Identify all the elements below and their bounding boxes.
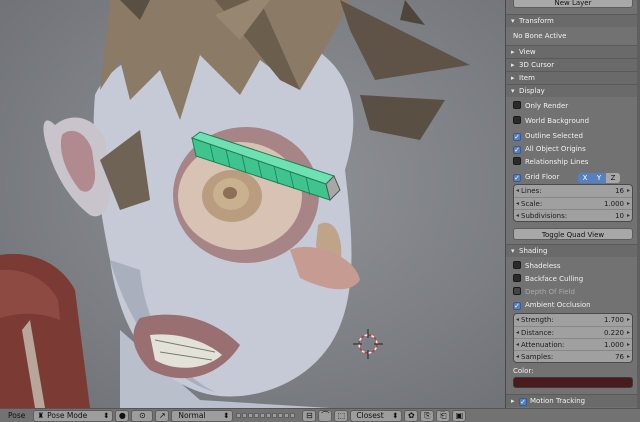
arrow-left-icon[interactable]: ◂ [516,210,519,221]
ao-fields: ◂ Strength: 1.700 ▸ ◂ Distance: 0.220 ▸ … [513,313,633,363]
3d-cursor-icon [353,329,383,359]
transform-orientation-dropdown[interactable]: Normal ⬍ [171,409,234,422]
grid-axis-toggles: X Y Z [578,173,620,183]
ao-samples-field[interactable]: ◂ Samples: 76 ▸ [514,350,632,362]
axis-y-toggle[interactable]: Y [592,173,606,183]
properties-panel: New Layer ▾ Transform No Bone Active ▸ Vie… [505,0,640,408]
layer-buttons[interactable] [236,413,296,418]
ao-distance-field[interactable]: ◂ Distance: 0.220 ▸ [514,326,632,338]
option-only-render[interactable]: Only Render [506,100,640,113]
checkbox-icon[interactable] [513,157,521,165]
grid-fields: ◂ Lines: 16 ▸ ◂ Scale: 1.000 ▸ ◂ Subdivi… [513,184,633,222]
option-ambient-occlusion[interactable]: ✓ Ambient Occlusion [506,299,640,312]
option-all-object-origins[interactable]: ✓ All Object Origins [506,143,640,156]
triangle-right-icon: ▸ [511,48,515,56]
section-item[interactable]: ▸ Item [506,71,640,84]
chevron-down-icon: ⬍ [103,410,110,420]
grid-subdivisions-field[interactable]: ◂ Subdivisions: 10 ▸ [514,209,632,221]
checkbox-checked-icon[interactable]: ✓ [513,146,521,154]
axis-x-toggle[interactable]: X [578,173,592,183]
option-shadeless[interactable]: Shadeless [506,260,640,273]
snap-target-dropdown[interactable]: Closest ⬍ [350,409,403,422]
pose-menu[interactable]: Pose [8,411,25,420]
section-transform[interactable]: ▾ Transform [506,14,640,27]
3d-viewport[interactable] [0,0,505,408]
character-render [0,0,470,408]
snap-magnet-icon[interactable]: ⌒ [318,409,333,422]
triangle-right-icon: ▸ [511,397,515,405]
pivot-point-icon[interactable]: ⊙ [131,409,154,422]
section-view[interactable]: ▸ View [506,45,640,58]
viewport-shading-icon[interactable]: ● [115,409,130,422]
arrow-left-icon[interactable]: ◂ [516,314,519,326]
chevron-down-icon: ⬍ [223,410,230,420]
arrow-right-icon[interactable]: ▸ [627,351,630,362]
triangle-right-icon: ▸ [511,74,515,82]
ao-color-swatch[interactable] [513,377,633,388]
option-grid-floor[interactable]: ✓ Grid Floor X Y Z [506,171,640,184]
checkbox-checked-icon[interactable]: ✓ [513,302,521,310]
toggle-quad-view-button[interactable]: Toggle Quad View [513,228,633,240]
checkbox-icon[interactable] [513,116,521,124]
checkbox-icon[interactable] [513,287,521,295]
lock-icon[interactable]: ⊟ [302,409,317,422]
new-layer-button[interactable]: New Layer [513,0,633,8]
mode-dropdown[interactable]: ♜ Pose Mode ⬍ [33,409,114,422]
section-display[interactable]: ▾ Display [506,84,640,97]
section-motion-tracking[interactable]: ▸ ✓ Motion Tracking [506,394,640,407]
grid-lines-field[interactable]: ◂ Lines: 16 ▸ [514,185,632,197]
option-outline-selected[interactable]: ✓ Outline Selected [506,130,640,143]
option-world-background[interactable]: World Background [506,115,640,128]
option-backface-culling[interactable]: Backface Culling [506,273,640,286]
option-relationship-lines[interactable]: Relationship Lines [506,156,640,169]
option-depth-of-field[interactable]: Depth Of Field [506,286,640,299]
checkbox-checked-icon[interactable]: ✓ [513,133,521,141]
checkbox-icon[interactable] [513,261,521,269]
pose-mode-icon: ♜ [37,410,45,420]
arrow-left-icon[interactable]: ◂ [516,185,519,197]
paste-pose-icon[interactable]: ⎗ [436,409,451,422]
snap-element-icon[interactable]: ⬚ [334,409,349,422]
arrow-right-icon[interactable]: ▸ [627,314,630,326]
transform-status: No Bone Active [513,32,567,40]
ao-attenuation-field[interactable]: ◂ Attenuation: 1.000 ▸ [514,338,632,350]
viewport-header: Pose ♜ Pose Mode ⬍ ● ⊙ ↗ Normal ⬍ ⊟ ⌒ ⬚ … [0,408,640,422]
ao-color-label: Color: [513,367,534,375]
section-shading[interactable]: ▾ Shading [506,244,640,257]
camera-icon[interactable]: ▣ [452,409,467,422]
render-icon[interactable]: ✿ [404,409,419,422]
axis-z-toggle[interactable]: Z [606,173,620,183]
ao-strength-field[interactable]: ◂ Strength: 1.700 ▸ [514,314,632,326]
checkbox-checked-icon[interactable]: ✓ [513,174,521,182]
checkbox-icon[interactable] [513,101,521,109]
grid-scale-field[interactable]: ◂ Scale: 1.000 ▸ [514,197,632,209]
copy-pose-icon[interactable]: ⎘ [420,409,435,422]
arrow-right-icon[interactable]: ▸ [627,210,630,221]
triangle-down-icon: ▾ [511,87,515,95]
checkbox-icon[interactable] [513,274,521,282]
arrow-right-icon[interactable]: ▸ [627,185,630,197]
section-3d-cursor[interactable]: ▸ 3D Cursor [506,58,640,71]
arrow-left-icon[interactable]: ◂ [516,351,519,362]
manipulator-icon[interactable]: ↗ [155,409,170,422]
checkbox-checked-icon[interactable]: ✓ [519,398,527,406]
chevron-down-icon: ⬍ [392,410,399,420]
triangle-down-icon: ▾ [511,247,515,255]
triangle-right-icon: ▸ [511,61,515,69]
